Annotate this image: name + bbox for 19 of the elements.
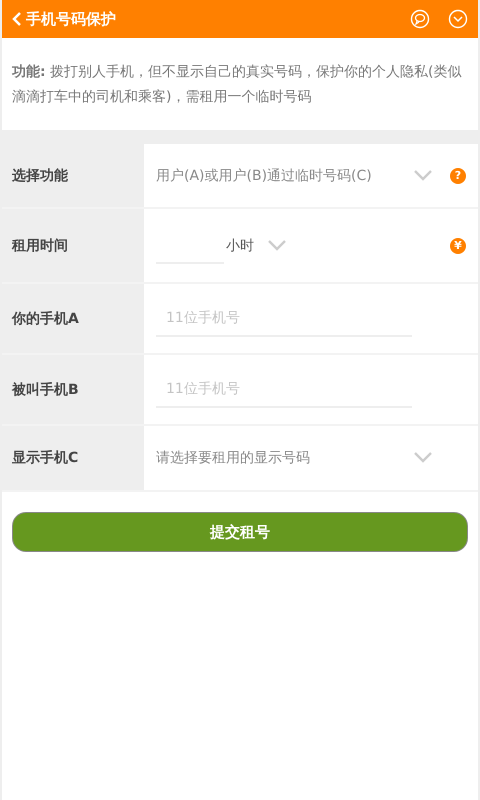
field-label: 你的手机A: [2, 284, 144, 353]
field-label: 选择功能: [2, 144, 144, 207]
chevron-down-icon: [414, 170, 432, 182]
select-field[interactable]: 请选择要租用的显示号码: [156, 449, 442, 467]
chat-icon[interactable]: [410, 9, 430, 29]
field-label: 租用时间: [2, 209, 144, 282]
back-icon[interactable]: [12, 12, 22, 26]
chevron-down-icon[interactable]: [448, 9, 468, 29]
price-badge[interactable]: ¥: [450, 238, 466, 254]
submit-button[interactable]: 提交租号: [12, 512, 468, 552]
field-label: 显示手机C: [2, 426, 144, 490]
help-badge[interactable]: ?: [450, 168, 466, 184]
page-title: 手机号码保护: [26, 10, 117, 28]
field-label: 被叫手机B: [2, 355, 144, 424]
select-field[interactable]: 用户(A)或用户(B)通过临时号码(C): [156, 166, 442, 184]
chevron-down-icon: [268, 240, 286, 252]
intro-text: 功能: 拨打别人手机，但不显示自己的真实号码，保护你的个人隐私(类似滴滴打车中的司机和乘客)，需租用一个临时号码: [12, 64, 462, 105]
unit-label: 小时: [226, 236, 254, 254]
chevron-down-icon: [414, 452, 432, 464]
